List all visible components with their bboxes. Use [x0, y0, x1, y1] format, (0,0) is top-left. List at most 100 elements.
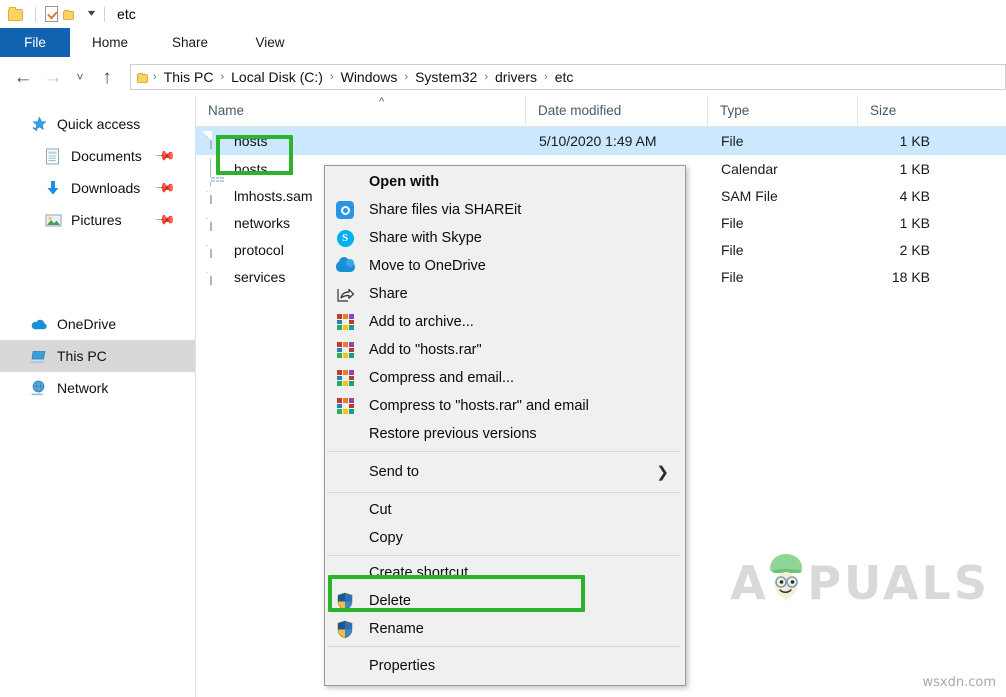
file-type: File: [721, 268, 744, 285]
recent-locations-icon[interactable]: ˅: [68, 62, 92, 92]
tab-file[interactable]: File: [0, 28, 70, 57]
appuals-watermark-text: PUALS: [807, 556, 990, 610]
breadcrumb-item-local-disk[interactable]: Local Disk (C:): [227, 69, 327, 85]
sidebar-item-this-pc[interactable]: This PC: [0, 340, 195, 372]
file-size: 18 KB: [891, 268, 930, 285]
menu-item-label: Send to: [369, 464, 419, 480]
wsxdn-watermark: wsxdn.com: [922, 675, 997, 690]
breadcrumb-item-system32[interactable]: System32: [411, 69, 481, 85]
column-header-size[interactable]: Size: [857, 96, 956, 126]
shareit-icon: [335, 200, 355, 220]
menu-item-send-to[interactable]: Send to ❯: [325, 455, 685, 489]
menu-item-rename[interactable]: Rename: [325, 615, 685, 643]
sidebar-item-label: Documents: [71, 148, 142, 164]
toolbar-divider-2: [104, 6, 106, 22]
winrar-icon: [335, 312, 355, 332]
breadcrumb-item-drivers[interactable]: drivers: [491, 69, 541, 85]
tab-home[interactable]: Home: [70, 28, 150, 57]
breadcrumb-item-windows[interactable]: Windows: [337, 69, 402, 85]
breadcrumb-sep-1: ›: [220, 71, 225, 83]
sidebar-item-network[interactable]: Network: [0, 372, 195, 404]
menu-separator: [327, 492, 683, 493]
menu-item-share-files-via-shareit[interactable]: Share files via SHAREit: [325, 196, 685, 224]
navigation-pane: Quick access Documents 📌 Downloads 📌 Pic…: [0, 96, 196, 697]
pin-icon[interactable]: 📌: [154, 145, 176, 168]
file-name: protocol: [234, 241, 284, 258]
column-headers: Name Date modified Type Size ^: [196, 96, 1006, 127]
menu-item-create-shortcut[interactable]: Create shortcut: [325, 559, 685, 587]
menu-item-share-with-skype[interactable]: S Share with Skype: [325, 224, 685, 252]
file-name: hosts: [234, 160, 268, 177]
sidebar-item-label: Downloads: [71, 180, 141, 196]
forward-button[interactable]: →: [38, 62, 68, 92]
breadcrumb-item-etc[interactable]: etc: [551, 69, 578, 85]
menu-item-add-to-hosts-rar[interactable]: Add to "hosts.rar": [325, 336, 685, 364]
document-icon: [210, 131, 225, 150]
file-size: 1 KB: [899, 160, 930, 177]
file-size: 2 KB: [899, 241, 930, 258]
breadcrumb-sep-3: ›: [404, 71, 409, 83]
uac-shield-icon: [335, 591, 355, 611]
file-type: SAM File: [721, 187, 778, 204]
properties-icon[interactable]: [42, 5, 60, 23]
sidebar-item-quick-access[interactable]: Quick access: [0, 108, 195, 140]
pin-icon[interactable]: 📌: [154, 209, 176, 232]
context-menu[interactable]: Open with Share files via SHAREit S Shar…: [324, 165, 686, 686]
sidebar-item-label: Quick access: [57, 116, 141, 132]
title-bar: ▾ etc: [0, 0, 1006, 28]
menu-item-label: Rename: [369, 621, 424, 637]
uac-shield-icon: [335, 619, 355, 639]
file-type: File: [721, 241, 744, 258]
table-row[interactable]: hosts 5/10/2020 1:49 AM File 1 KB: [196, 127, 1006, 155]
menu-item-compress-and-email[interactable]: Compress and email...: [325, 364, 685, 392]
sidebar-item-onedrive[interactable]: OneDrive: [0, 308, 195, 340]
sidebar-item-documents[interactable]: Documents 📌: [0, 140, 195, 172]
winrar-icon: [335, 368, 355, 388]
sidebar-item-downloads[interactable]: Downloads 📌: [0, 172, 195, 204]
menu-scrollbar[interactable]: [680, 166, 685, 685]
menu-item-move-to-onedrive[interactable]: Move to OneDrive: [325, 252, 685, 280]
column-header-name[interactable]: Name: [196, 96, 525, 126]
menu-item-share[interactable]: Share: [325, 280, 685, 308]
menu-item-label: Share with Skype: [369, 230, 482, 246]
tab-view[interactable]: View: [230, 28, 310, 57]
menu-item-label: Compress to "hosts.rar" and email: [369, 398, 589, 414]
menu-item-open-with[interactable]: Open with: [325, 168, 685, 196]
tab-share[interactable]: Share: [150, 28, 230, 57]
onedrive-icon: [335, 256, 355, 276]
menu-item-add-to-archive[interactable]: Add to archive...: [325, 308, 685, 336]
menu-separator: [327, 451, 683, 452]
appuals-mascot-icon: [763, 552, 809, 604]
pin-icon[interactable]: 📌: [154, 177, 176, 200]
up-button[interactable]: ↑: [92, 62, 122, 92]
menu-item-compress-to-hosts-rar-and-email[interactable]: Compress to "hosts.rar" and email: [325, 392, 685, 420]
breadcrumb-item-this-pc[interactable]: This PC: [160, 69, 218, 85]
chevron-right-icon: ❯: [656, 464, 669, 481]
menu-item-properties[interactable]: Properties: [325, 650, 685, 682]
menu-item-restore-previous-versions[interactable]: Restore previous versions: [325, 420, 685, 448]
menu-item-delete[interactable]: Delete: [325, 587, 685, 615]
customize-caret-icon[interactable]: ▾: [88, 9, 96, 19]
back-button[interactable]: ←: [8, 62, 38, 92]
sidebar-item-label: This PC: [57, 348, 107, 364]
new-folder-icon[interactable]: [63, 5, 81, 23]
file-type: File: [721, 133, 744, 149]
menu-item-copy[interactable]: Copy: [325, 524, 685, 552]
document-icon: [210, 266, 225, 286]
file-type: Calendar: [721, 160, 778, 177]
breadcrumb[interactable]: › This PC › Local Disk (C:) › Windows › …: [130, 64, 1006, 90]
menu-item-cut[interactable]: Cut: [325, 496, 685, 524]
document-icon: [210, 239, 225, 259]
column-header-type[interactable]: Type: [707, 96, 857, 126]
breadcrumb-sep-0: ›: [153, 71, 157, 83]
file-size: 4 KB: [899, 187, 930, 204]
folder-icon[interactable]: [8, 5, 26, 23]
sidebar-item-label: OneDrive: [57, 316, 117, 332]
sort-ascending-icon: ^: [379, 96, 385, 108]
column-header-date-modified[interactable]: Date modified: [525, 96, 707, 126]
menu-item-label: Add to "hosts.rar": [369, 342, 482, 358]
winrar-icon: [335, 396, 355, 416]
sidebar-item-pictures[interactable]: Pictures 📌: [0, 204, 195, 236]
file-size: 1 KB: [899, 133, 930, 149]
